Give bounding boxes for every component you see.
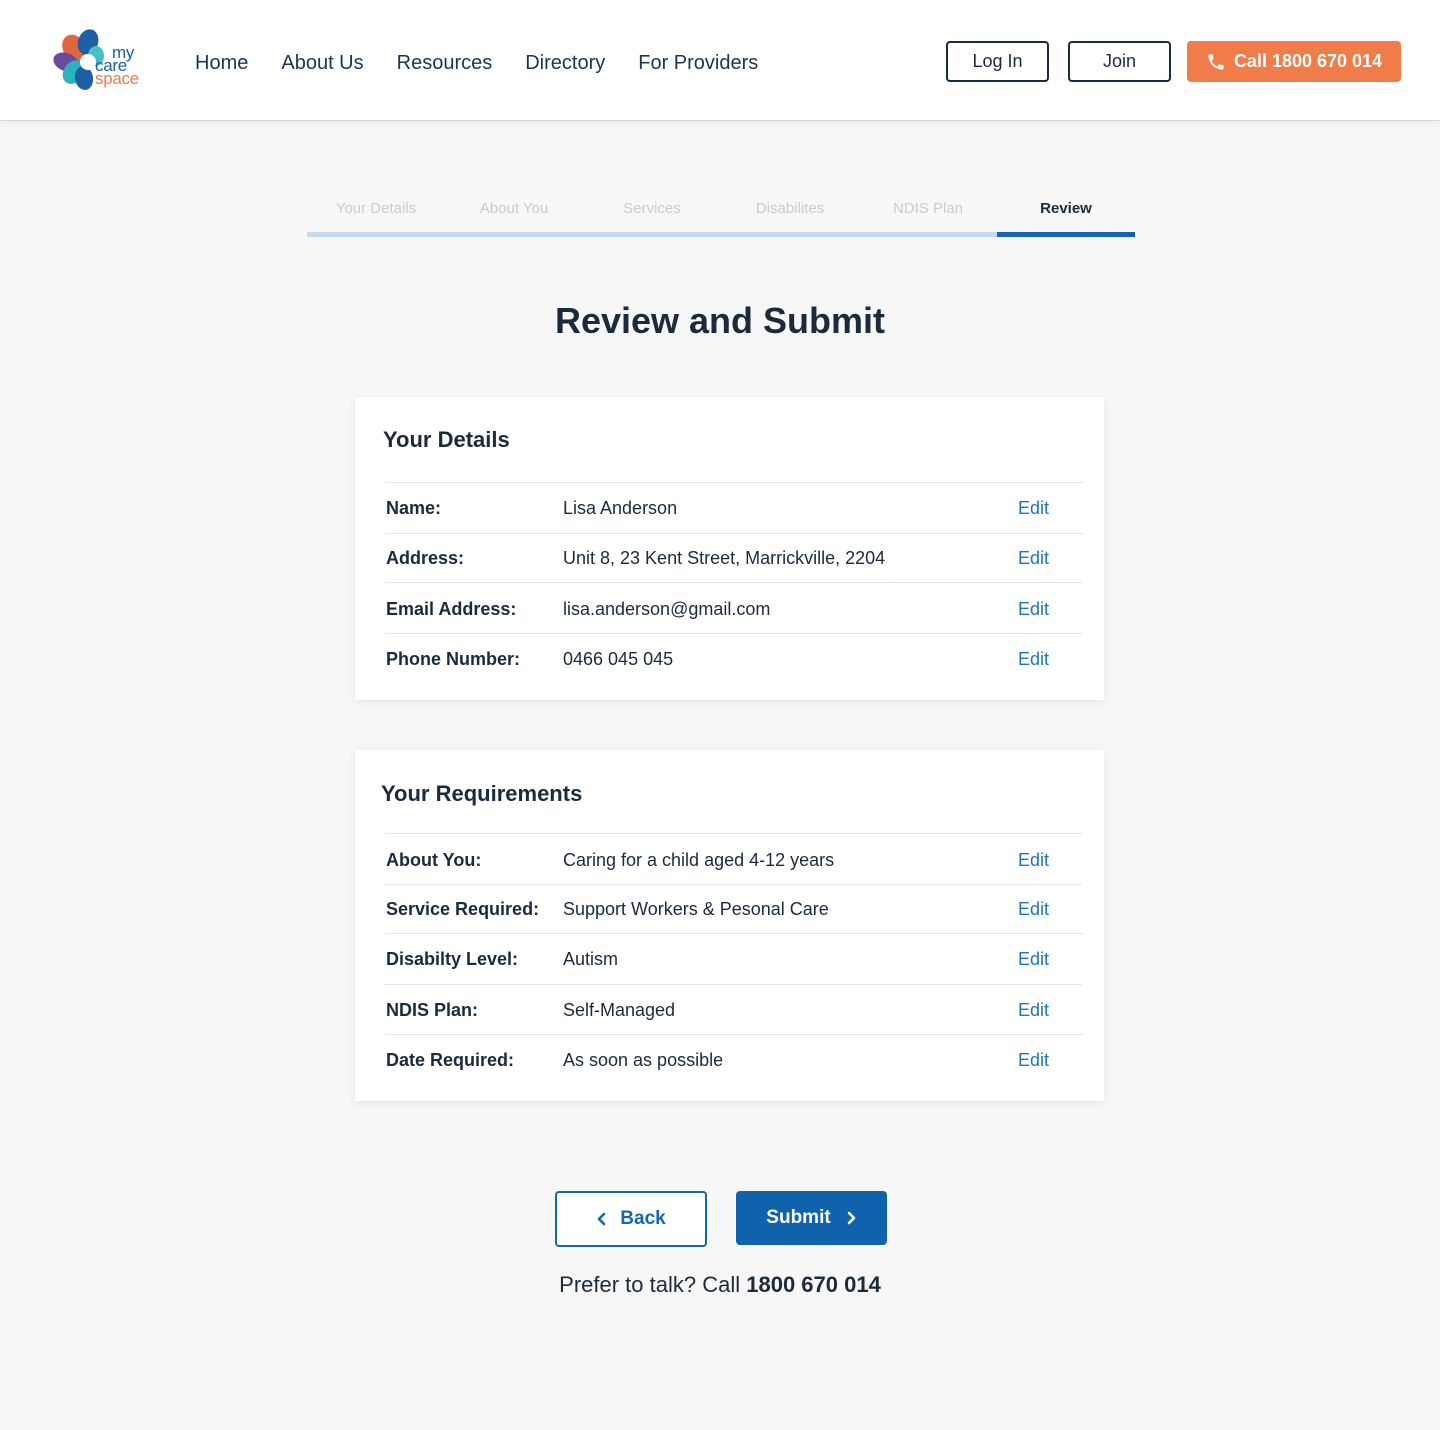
nav-home[interactable]: Home [195, 49, 248, 77]
page-title: Review and Submit [554, 300, 886, 341]
row-value: Unit 8, 23 Kent Street, Marrickville, 22… [563, 548, 886, 568]
row-label: Date Required: [386, 1050, 515, 1070]
row-value: lisa.anderson@gmail.com [563, 599, 771, 619]
nav-resources[interactable]: Resources [397, 49, 493, 77]
site-header: my care space Home About Us Resources Di… [0, 0, 1440, 121]
phone-icon [1208, 54, 1224, 69]
requirements-row-disability: Disabilty Level: Autism Edit [385, 933, 1082, 984]
step-disabilities[interactable]: Disabilites [721, 196, 859, 222]
requirements-row-service: Service Required: Support Workers & Peso… [385, 884, 1082, 933]
row-value: Lisa Anderson [563, 498, 678, 518]
step-your-details[interactable]: Your Details [307, 196, 445, 222]
call-button-label: Call 1800 670 014 [1233, 51, 1383, 71]
edit-address-link[interactable]: Edit [1018, 548, 1049, 569]
row-value: Support Workers & Pesonal Care [563, 899, 829, 919]
join-button[interactable]: Join [1068, 41, 1171, 82]
details-row-address: Address: Unit 8, 23 Kent Street, Marrick… [385, 533, 1082, 582]
logo-word-space: space [95, 69, 139, 88]
edit-service-link[interactable]: Edit [1018, 899, 1049, 920]
edit-ndis-plan-link[interactable]: Edit [1018, 1000, 1049, 1021]
progress-active-indicator [997, 232, 1135, 237]
step-about-you[interactable]: About You [445, 196, 583, 222]
edit-name-link[interactable]: Edit [1018, 498, 1049, 519]
row-value: 0466 045 045 [563, 649, 674, 669]
row-label: Service Required: [386, 899, 540, 919]
details-row-name: Name: Lisa Anderson Edit [385, 482, 1082, 533]
nav-directory[interactable]: Directory [525, 49, 605, 77]
call-prompt: Prefer to talk? Call 1800 670 014 [0, 1272, 1440, 1298]
details-row-email: Email Address: lisa.anderson@gmail.com E… [385, 582, 1082, 633]
requirements-row-ndis-plan: NDIS Plan: Self-Managed Edit [385, 984, 1082, 1034]
row-label: Address: [386, 548, 465, 568]
details-card: Your Details Name: Lisa Anderson Edit Ad… [355, 397, 1104, 700]
step-ndis-plan[interactable]: NDIS Plan [859, 196, 997, 222]
edit-date-link[interactable]: Edit [1018, 1050, 1049, 1071]
nav-about-us[interactable]: About Us [281, 49, 363, 77]
submit-button[interactable]: Submit [736, 1191, 887, 1245]
login-button[interactable]: Log In [946, 41, 1049, 82]
call-prompt-number[interactable]: 1800 670 014 [746, 1272, 881, 1297]
row-value: Caring for a child aged 4-12 years [563, 850, 835, 870]
requirements-card-title: Your Requirements [381, 781, 583, 806]
edit-about-you-link[interactable]: Edit [1018, 850, 1049, 871]
call-button[interactable]: Call 1800 670 014 [1187, 41, 1401, 82]
chevron-right-icon [847, 1211, 855, 1225]
row-label: Name: [386, 498, 442, 518]
step-review[interactable]: Review [997, 196, 1135, 222]
back-button-label: Back [620, 1208, 666, 1229]
requirements-card: Your Requirements About You: Caring for … [355, 750, 1104, 1101]
edit-disability-link[interactable]: Edit [1018, 949, 1049, 970]
requirements-list: About You: Caring for a child aged 4-12 … [385, 833, 1082, 1084]
details-card-title: Your Details [383, 427, 510, 452]
nav-for-providers[interactable]: For Providers [638, 49, 758, 77]
chevron-left-icon [597, 1212, 606, 1226]
details-list: Name: Lisa Anderson Edit Address: Unit 8… [385, 482, 1082, 683]
edit-email-link[interactable]: Edit [1018, 599, 1049, 620]
row-label: NDIS Plan: [386, 1000, 479, 1020]
step-services[interactable]: Services [583, 196, 721, 222]
main-nav: Home About Us Resources Directory For Pr… [195, 49, 791, 77]
call-prompt-text: Prefer to talk? Call [559, 1272, 741, 1297]
requirements-row-about-you: About You: Caring for a child aged 4-12 … [385, 833, 1082, 884]
row-value: As soon as possible [563, 1050, 724, 1070]
row-value: Self-Managed [563, 1000, 676, 1020]
row-label: Email Address: [386, 599, 517, 619]
row-value: Autism [563, 949, 619, 969]
row-label: Disabilty Level: [386, 949, 519, 969]
row-label: About You: [386, 850, 482, 870]
submit-button-label: Submit [766, 1207, 831, 1228]
details-row-phone: Phone Number: 0466 045 045 Edit [385, 633, 1082, 683]
progress-steps: Your Details About You Services Disabili… [307, 196, 1135, 238]
row-label: Phone Number: [386, 649, 521, 669]
back-button[interactable]: Back [555, 1191, 707, 1247]
edit-phone-link[interactable]: Edit [1018, 649, 1049, 670]
mycarespace-logo[interactable]: my care space [52, 26, 144, 96]
requirements-row-date: Date Required: As soon as possible Edit [385, 1034, 1082, 1084]
